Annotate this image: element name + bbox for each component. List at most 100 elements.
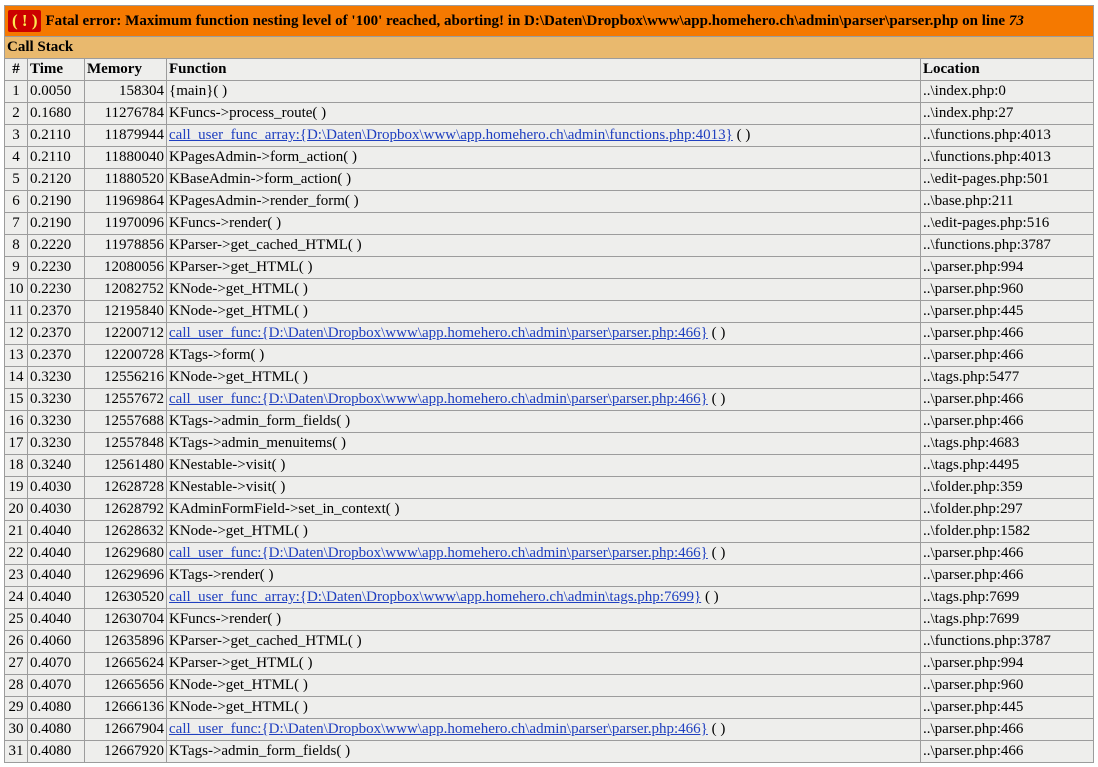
table-row: 6 0.2190 11969864 KPagesAdmin->render_form(… [4,190,1095,213]
frame-location: ..\functions.php:4013 [919,146,1095,169]
frame-location: ..\parser.php:466 [919,564,1095,587]
table-row: 22 0.4040 12629680 call_user_func:{D:\Daten… [4,542,1095,565]
frame-memory: 12630704 [84,608,167,631]
frame-memory: 12665656 [84,674,167,697]
frame-memory: 12628728 [84,476,167,499]
frame-location: ..\parser.php:994 [919,256,1095,279]
frame-time: 0.0050 [27,80,85,103]
frame-function: KNestable->visit( ) [166,454,921,477]
frame-function-link[interactable]: call_user_func:{D:\Daten\Dropbox\www\app… [169,391,708,407]
frame-time: 0.4030 [27,476,85,499]
frame-time: 0.2120 [27,168,85,191]
frame-function-link[interactable]: call_user_func:{D:\Daten\Dropbox\www\app… [169,545,708,561]
frame-memory: 12200728 [84,344,167,367]
frame-time: 0.1680 [27,102,85,125]
frame-number: 23 [4,564,28,587]
frame-memory: 12667904 [84,718,167,741]
frame-time: 0.3240 [27,454,85,477]
frame-location: ..\parser.php:466 [919,718,1095,741]
frame-memory: 11276784 [84,102,167,125]
frame-time: 0.2370 [27,300,85,323]
frame-location: ..\tags.php:7699 [919,586,1095,609]
frame-number: 14 [4,366,28,389]
frame-number: 17 [4,432,28,455]
fatal-error-row: ( ! ) Fatal error: Maximum function nesti… [3,5,1095,37]
column-header-row: # Time Memory Function Location [4,58,1095,81]
frame-time: 0.2230 [27,278,85,301]
frame-number: 16 [4,410,28,433]
frame-number: 10 [4,278,28,301]
frame-function: KNode->get_HTML( ) [166,300,921,323]
frame-function: KFuncs->process_route( ) [166,102,921,125]
frame-number: 5 [4,168,28,191]
frame-location: ..\folder.php:359 [919,476,1095,499]
frame-location: ..\parser.php:445 [919,696,1095,719]
frame-function: KNode->get_HTML( ) [166,278,921,301]
frame-memory: 12200712 [84,322,167,345]
frame-time: 0.2370 [27,322,85,345]
frame-number: 15 [4,388,28,411]
frame-function: KParser->get_HTML( ) [166,652,921,675]
frame-location: ..\parser.php:466 [919,388,1095,411]
frame-location: ..\parser.php:466 [919,542,1095,565]
frame-location: ..\folder.php:1582 [919,520,1095,543]
frame-memory: 11879944 [84,124,167,147]
frame-memory: 12195840 [84,300,167,323]
frame-location: ..\parser.php:466 [919,740,1095,763]
table-row: 12 0.2370 12200712 call_user_func:{D:\Daten… [4,322,1095,345]
table-row: 17 0.3230 12557848 KTags->admin_menuitems( … [4,432,1095,455]
frame-number: 1 [4,80,28,103]
table-row: 8 0.2220 11978856 KParser->get_cached_HTML(… [4,234,1095,257]
frame-memory: 12630520 [84,586,167,609]
frame-number: 6 [4,190,28,213]
frame-memory: 158304 [84,80,167,103]
frame-location: ..\base.php:211 [919,190,1095,213]
frame-function: KFuncs->render( ) [166,608,921,631]
frame-number: 7 [4,212,28,235]
frame-function: call_user_func_array:{D:\Daten\Dropbox\w… [166,124,921,147]
table-row: 20 0.4030 12628792 KAdminFormField->set_in_… [4,498,1095,521]
table-row: 3 0.2110 11879944 call_user_func_array:{D:\… [4,124,1095,147]
frame-location: ..\index.php:27 [919,102,1095,125]
frame-number: 27 [4,652,28,675]
column-header-location: Location [919,58,1095,81]
table-row: 24 0.4040 12630520 call_user_func_array:{D:… [4,586,1095,609]
frame-number: 11 [4,300,28,323]
frame-number: 12 [4,322,28,345]
frame-function-link[interactable]: call_user_func:{D:\Daten\Dropbox\www\app… [169,325,708,341]
frame-location: ..\edit-pages.php:516 [919,212,1095,235]
error-message: Fatal error: Maximum function nesting le… [45,13,1009,29]
frame-function-args: ( ) [707,721,726,737]
frame-number: 28 [4,674,28,697]
frame-function: KNode->get_HTML( ) [166,520,921,543]
call-stack-title-row: Call Stack [3,36,1095,59]
table-row: 15 0.3230 12557672 call_user_func:{D:\Daten… [4,388,1095,411]
frame-memory: 12629680 [84,542,167,565]
frame-number: 8 [4,234,28,257]
frame-function-link[interactable]: call_user_func_array:{D:\Daten\Dropbox\w… [169,589,701,605]
frame-time: 0.4070 [27,652,85,675]
frame-function-link[interactable]: call_user_func:{D:\Daten\Dropbox\www\app… [169,721,708,737]
frame-time: 0.3230 [27,366,85,389]
frame-function-args: ( ) [707,325,726,341]
error-alert-icon: ( ! ) [8,9,42,32]
table-row: 5 0.2120 11880520 KBaseAdmin->form_action( … [4,168,1095,191]
table-row: 29 0.4080 12666136 KNode->get_HTML( ) ..\par… [4,696,1095,719]
frame-location: ..\parser.php:466 [919,344,1095,367]
frame-number: 2 [4,102,28,125]
frame-function: KPagesAdmin->form_action( ) [166,146,921,169]
frame-function: KParser->get_cached_HTML( ) [166,630,921,653]
table-row: 30 0.4080 12667904 call_user_func:{D:\Daten… [4,718,1095,741]
frame-time: 0.4040 [27,542,85,565]
column-header-number: # [4,58,28,81]
frame-function-link[interactable]: call_user_func_array:{D:\Daten\Dropbox\w… [169,127,733,143]
frame-time: 0.3230 [27,410,85,433]
column-header-function: Function [166,58,921,81]
frame-time: 0.2230 [27,256,85,279]
table-row: 18 0.3240 12561480 KNestable->visit( ) ..\ta… [4,454,1095,477]
frame-time: 0.4070 [27,674,85,697]
frame-function: KNode->get_HTML( ) [166,366,921,389]
frame-function-args: ( ) [707,391,726,407]
frame-time: 0.2370 [27,344,85,367]
frame-function: KBaseAdmin->form_action( ) [166,168,921,191]
